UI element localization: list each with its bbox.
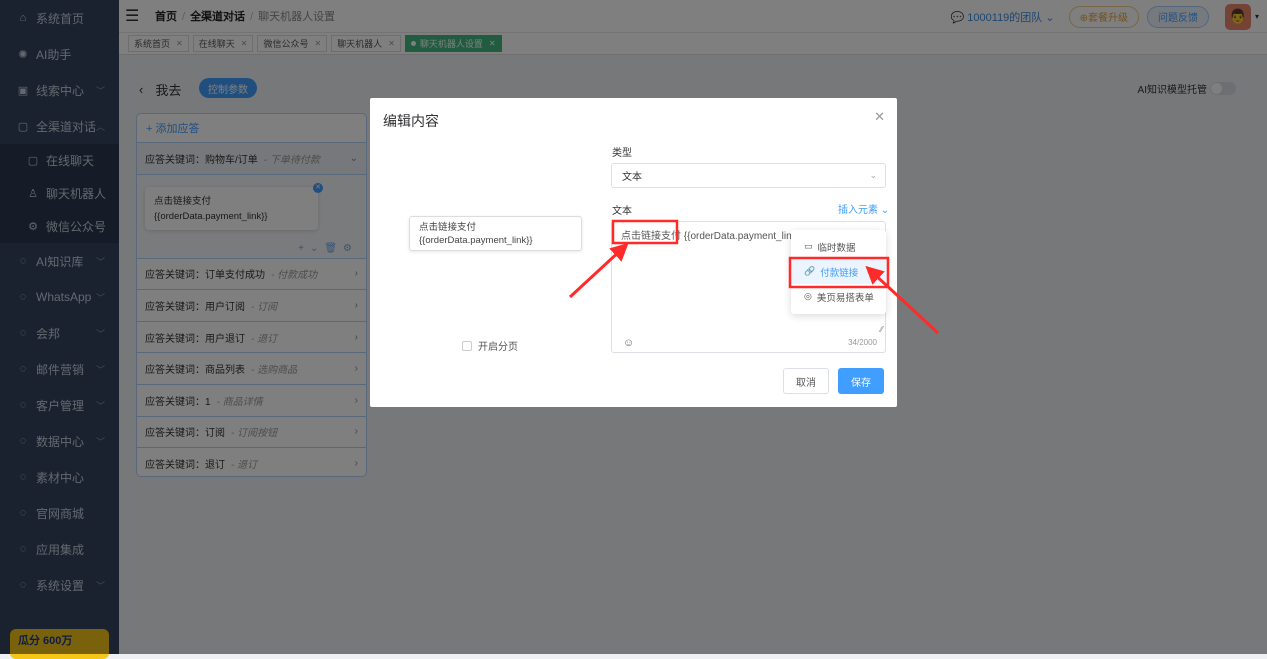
arrow-to-text xyxy=(568,242,629,299)
annotation-layer xyxy=(568,219,940,335)
highlight-box-text xyxy=(611,219,679,245)
arrow-to-payment-link xyxy=(865,265,940,335)
